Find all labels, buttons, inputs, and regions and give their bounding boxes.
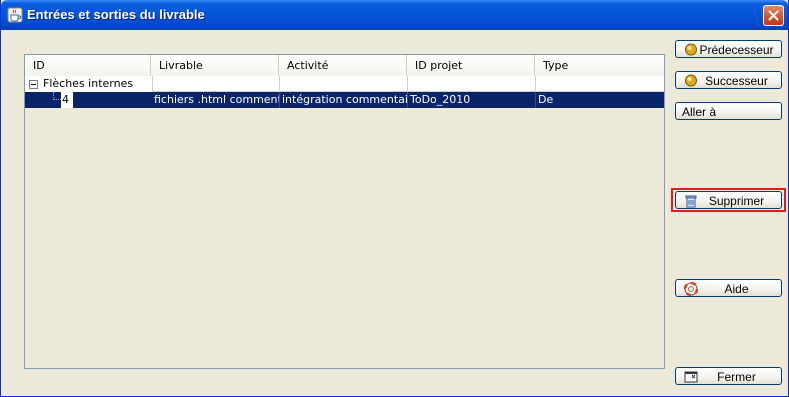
aide-button[interactable]: Aide: [675, 279, 782, 297]
successeur-label: Successeur: [705, 74, 768, 88]
predecesseur-button[interactable]: Prédecesseur: [675, 40, 782, 58]
column-header-type[interactable]: Type: [535, 55, 664, 76]
column-header-livrable[interactable]: Livrable: [151, 55, 279, 76]
title-bar: Entrées et sorties du livrable: [1, 0, 788, 30]
aide-label: Aide: [724, 282, 749, 296]
row-id-projet: ToDo_2010: [408, 92, 536, 108]
row-type: De: [538, 93, 554, 106]
column-header-id[interactable]: ID: [25, 55, 151, 76]
table-row[interactable]: 4 fichiers .html commentés intégration c…: [25, 92, 664, 108]
table-cell: [408, 76, 536, 92]
table-cell: [280, 76, 408, 92]
column-header-id-projet[interactable]: ID projet: [407, 55, 535, 76]
row-id: 4: [61, 92, 73, 108]
close-window-button[interactable]: [763, 5, 784, 26]
row-livrable: fichiers .html commentés: [152, 92, 280, 108]
dialog-window: Entrées et sorties du livrable ID Livrab…: [0, 0, 789, 397]
fermer-label: Fermer: [717, 370, 756, 384]
group-label: Flèches internes: [43, 77, 134, 90]
column-header-activite[interactable]: Activité: [279, 55, 407, 76]
aller-a-button[interactable]: Aller à: [675, 102, 782, 120]
collapse-toggle-icon[interactable]: [29, 80, 38, 89]
tree-connector: [53, 92, 61, 100]
table-header: ID Livrable Activité ID projet Type: [25, 55, 664, 76]
row-activite: intégration commentair...: [282, 92, 408, 108]
fermer-button[interactable]: Fermer: [675, 367, 782, 385]
successeur-button[interactable]: Successeur: [675, 71, 782, 89]
io-table: ID Livrable Activité ID projet Type Flèc…: [24, 54, 665, 369]
table-cell: [152, 76, 280, 92]
aller-a-label: Aller à: [682, 105, 717, 119]
supprimer-label: Supprimer: [708, 194, 765, 208]
supprimer-button[interactable]: Supprimer: [675, 191, 782, 209]
close-icon: [768, 10, 779, 21]
table-group-row[interactable]: Flèches internes: [25, 76, 664, 92]
predecesseur-label: Prédecesseur: [699, 43, 774, 57]
table-cell: [536, 76, 664, 92]
window-title: Entrées et sorties du livrable: [27, 7, 205, 22]
java-cup-icon: [7, 7, 23, 23]
